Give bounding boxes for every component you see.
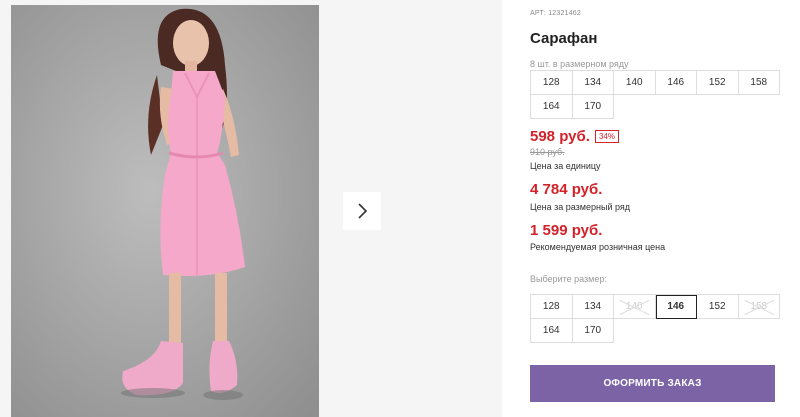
retail-price-caption: Рекомендуемая розничная цена	[530, 242, 666, 252]
product-gallery	[0, 0, 502, 417]
size-option-128[interactable]: 128	[531, 295, 573, 319]
size-row-cell: 158	[738, 71, 780, 95]
size-option-164[interactable]: 164	[531, 319, 573, 343]
size-option-134[interactable]: 134	[572, 295, 614, 319]
size-row-cell: 164	[531, 95, 573, 119]
gallery-next-button[interactable]	[343, 192, 381, 230]
row-price-caption: Цена за размерный ряд	[530, 202, 631, 212]
unit-price: 598 руб.	[530, 128, 590, 145]
size-row-cell: 140	[614, 71, 656, 95]
unit-price-caption: Цена за единицу	[530, 161, 601, 171]
size-row-cell: 134	[572, 71, 614, 95]
old-price: 910 руб.	[530, 147, 565, 157]
product-title: Сарафан	[530, 30, 598, 47]
size-row-grid: 128 134 140 146 152 158 164 170	[530, 70, 780, 119]
size-picker: 128 134 140 146 152 158 164 170	[530, 294, 780, 343]
size-row-cell: 152	[697, 71, 739, 95]
row-price: 4 784 руб.	[530, 181, 603, 198]
size-row-cell: 170	[572, 95, 614, 119]
size-row-cell: 146	[655, 71, 697, 95]
size-option-158-unavailable: 158	[738, 295, 780, 319]
size-row-note: 8 шт. в размерном ряду	[530, 59, 629, 69]
size-option-170[interactable]: 170	[572, 319, 614, 343]
size-option-152[interactable]: 152	[697, 295, 739, 319]
retail-price: 1 599 руб.	[530, 222, 603, 239]
place-order-button[interactable]: ОФОРМИТЬ ЗАКАЗ	[530, 365, 775, 402]
choose-size-label: Выберите размер:	[530, 274, 607, 284]
size-option-140-unavailable: 140	[614, 295, 656, 319]
article-number: АРТ: 12321462	[530, 10, 581, 17]
size-option-146-selected[interactable]: 146	[655, 295, 697, 319]
unit-price-line: 598 руб. 34%	[530, 128, 619, 145]
size-row-cell: 128	[531, 71, 573, 95]
discount-badge: 34%	[594, 130, 619, 143]
product-photo[interactable]	[11, 5, 319, 417]
chevron-right-icon	[358, 203, 368, 219]
